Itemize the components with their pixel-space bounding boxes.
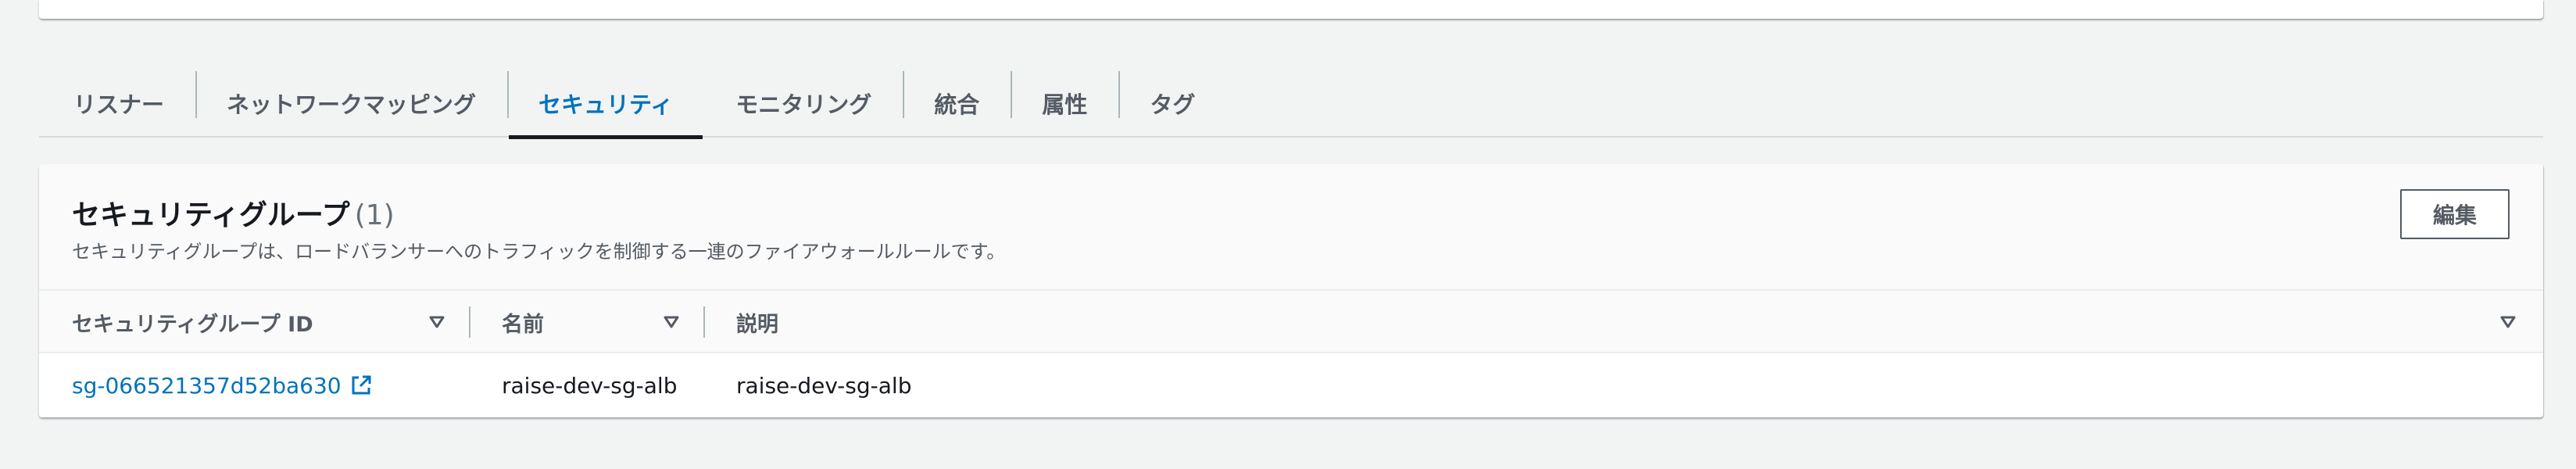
security-groups-panel: セキュリティグループ (1) セキュリティグループは、ロードバランサーへのトラフィ… [39, 164, 2543, 417]
table-row: sg-066521357d52ba630 raise-dev-sg-alb ra… [39, 353, 2543, 417]
column-header-description: 説明 [736, 312, 778, 337]
tab-attributes[interactable]: 属性 [1011, 69, 1118, 138]
cell-name: raise-dev-sg-alb [502, 372, 678, 399]
cell-security-group-id: sg-066521357d52ba630 [72, 353, 373, 417]
security-group-link[interactable]: sg-066521357d52ba630 [72, 373, 373, 399]
panel-description: セキュリティグループは、ロードバランサーへのトラフィックを制御する一連のファイア… [72, 241, 1006, 263]
tab-security[interactable]: セキュリティ [507, 69, 704, 139]
panel-title-text: セキュリティグループ [72, 199, 350, 231]
column-header-name: 名前 [502, 312, 544, 337]
tab-tags[interactable]: タグ [1118, 69, 1226, 138]
tab-network-mapping[interactable]: ネットワークマッピング [195, 69, 507, 138]
panel-header: セキュリティグループ (1) セキュリティグループは、ロードバランサーへのトラフィ… [39, 164, 2543, 291]
tab-monitoring[interactable]: モニタリング [704, 69, 903, 138]
sort-caret-down-icon[interactable] [2499, 314, 2517, 330]
cell-description: raise-dev-sg-alb [736, 372, 912, 399]
external-link-icon [352, 375, 371, 395]
tab-listeners[interactable]: リスナー [39, 69, 195, 138]
tab-integration[interactable]: 統合 [903, 69, 1011, 138]
panel-count: (1) [354, 199, 395, 231]
security-group-id-text: sg-066521357d52ba630 [72, 372, 342, 399]
sort-caret-down-icon[interactable] [428, 314, 445, 330]
tab-bar: リスナー ネットワークマッピング セキュリティ モニタリング 統合 属性 タグ [39, 69, 2543, 139]
sort-caret-down-icon[interactable] [663, 314, 680, 330]
edit-button[interactable]: 編集 [2400, 189, 2510, 239]
top-panel [39, 0, 2543, 19]
table-header: セキュリティグループ ID 名前 説明 [39, 291, 2543, 353]
column-header-id: セキュリティグループ ID [72, 312, 313, 337]
panel-title: セキュリティグループ (1) [72, 192, 395, 233]
